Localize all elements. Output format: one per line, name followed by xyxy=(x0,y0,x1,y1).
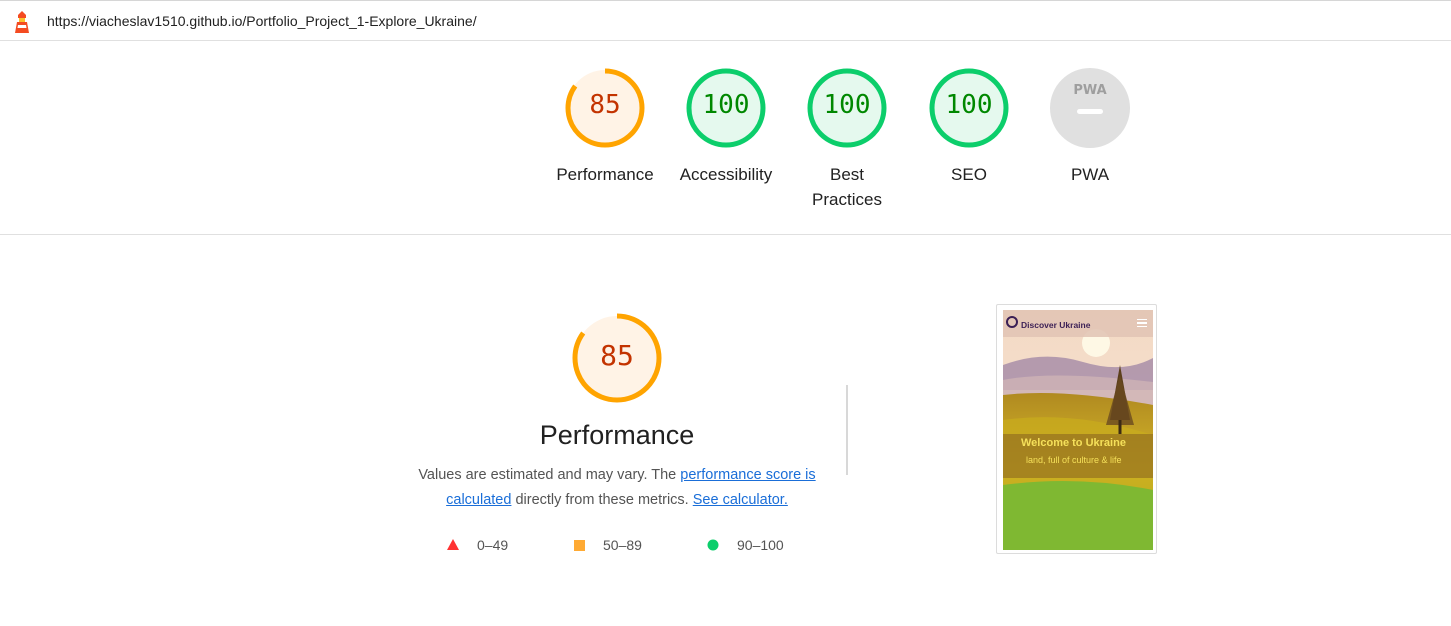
desc-text: directly from these metrics. xyxy=(511,492,693,508)
circle-icon xyxy=(707,539,719,551)
screenshot-brand: Discover Ukraine xyxy=(1021,320,1091,330)
screenshot-heading: Welcome to Ukraine xyxy=(1021,437,1126,449)
gauge-label: Best Practices xyxy=(812,165,882,209)
gauge-seo[interactable]: 100 SEO xyxy=(914,66,1024,187)
gauge-label: Accessibility xyxy=(679,165,773,184)
gauge-label: Performance xyxy=(556,165,654,184)
performance-section: 85 Performance Values are estimated and … xyxy=(0,235,1451,626)
performance-description: Values are estimated and may vary. The p… xyxy=(408,463,826,513)
legend-fail: 0–49 xyxy=(446,537,508,553)
hamburger-menu-icon xyxy=(1137,319,1147,327)
legend-range: 90–100 xyxy=(737,537,784,553)
gauge-score: 85 xyxy=(589,90,621,120)
gauge-accessibility[interactable]: 100 Accessibility xyxy=(671,66,781,187)
gauge-score: 100 xyxy=(823,90,871,120)
performance-score: 85 xyxy=(600,339,634,372)
landscape-image xyxy=(1003,310,1153,550)
url-bar: https://viacheslav1510.github.io/Portfol… xyxy=(0,0,1451,41)
triangle-icon xyxy=(447,539,459,550)
legend-pass: 90–100 xyxy=(706,537,784,553)
pwa-badge-icon: PWA xyxy=(1050,68,1130,148)
screenshot-image: Discover Ukraine Welcome to Ukraine land… xyxy=(1003,310,1153,550)
lighthouse-icon xyxy=(15,11,29,33)
performance-title: Performance xyxy=(539,420,695,450)
screenshot-logo-icon xyxy=(1006,316,1018,328)
square-icon xyxy=(574,540,585,551)
gauge-label: SEO xyxy=(951,165,987,184)
gauge-label: PWA xyxy=(1070,165,1110,184)
gauge-best-practices[interactable]: 100 Best Practices xyxy=(792,66,902,212)
legend-range: 0–49 xyxy=(477,537,509,553)
final-screenshot[interactable]: Discover Ukraine Welcome to Ukraine land… xyxy=(996,304,1157,554)
desc-text: Values are estimated and may vary. The xyxy=(418,467,681,483)
gauge-score: 100 xyxy=(702,90,750,120)
score-legend: 0–49 50–89 90–100 xyxy=(446,537,806,557)
pwa-badge-text: PWA xyxy=(1073,83,1106,98)
category-gauges: 85 Performance 100 Accessibility 100 Bes… xyxy=(0,66,1451,216)
see-calculator-link[interactable]: See calculator. xyxy=(693,492,788,508)
gauge-pwa[interactable]: PWA PWA xyxy=(1035,66,1145,187)
gauge-score: 100 xyxy=(945,90,993,120)
legend-range: 50–89 xyxy=(603,537,642,553)
legend-average: 50–89 xyxy=(572,537,642,553)
screenshot-subheading: land, full of culture & life xyxy=(1026,455,1122,465)
vertical-divider xyxy=(846,385,848,475)
gauge-performance[interactable]: 85 Performance xyxy=(550,66,660,187)
page-url[interactable]: https://viacheslav1510.github.io/Portfol… xyxy=(47,13,477,29)
